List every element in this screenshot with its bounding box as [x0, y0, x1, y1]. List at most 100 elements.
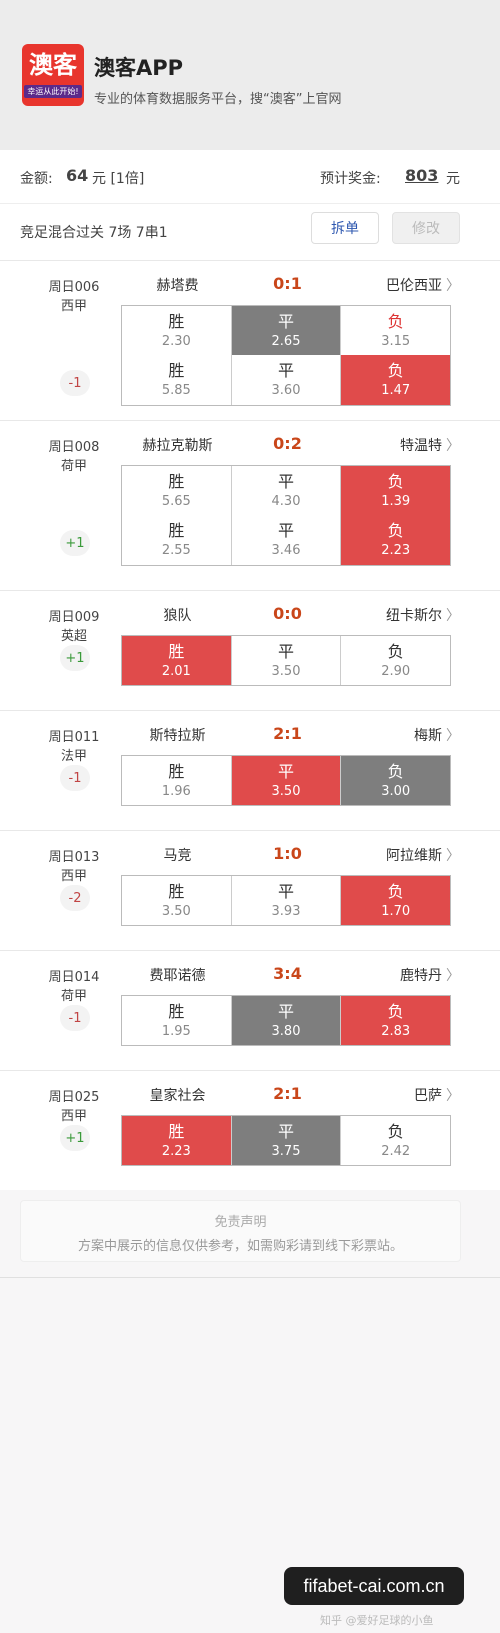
away-team[interactable]: 巴萨〉 [340, 1085, 460, 1105]
handicap-badge: +1 [60, 530, 90, 556]
logo-text: 澳客 [29, 50, 77, 79]
away-team-name: 巴伦西亚 [386, 278, 442, 294]
odds-label: 平 [278, 1001, 295, 1021]
away-team-name: 巴萨 [414, 1088, 442, 1104]
odds-value: 3.93 [271, 903, 301, 919]
away-team-name: 纽卡斯尔 [386, 608, 442, 624]
odds-label: 平 [278, 361, 295, 380]
odds-cell-lose[interactable]: 负 3.00 [341, 756, 451, 805]
odds-cell-win[interactable]: 胜 2.30 [122, 306, 232, 355]
match-id: 周日006 西甲 [36, 278, 112, 316]
odds-label: 平 [278, 311, 295, 331]
split-button[interactable]: 拆单 [311, 212, 379, 244]
away-team[interactable]: 纽卡斯尔〉 [340, 605, 460, 625]
odds-cell-win[interactable]: 胜 2.23 [122, 1116, 232, 1165]
chevron-right-icon: 〉 [446, 848, 460, 864]
bet-type-label: 竞足混合过关 7场 7串1 [20, 225, 168, 241]
match-score: 0:1 [273, 274, 302, 293]
odds-label: 负 [387, 471, 404, 491]
edit-button[interactable]: 修改 [392, 212, 460, 244]
match-score: 0:2 [273, 434, 302, 453]
match-card: 周日006 西甲 赫塔费 0:1 巴伦西亚〉 -1 胜 2.30 平 2.65 负 3.15 胜 5.85… [0, 260, 500, 420]
odds-label: 胜 [168, 881, 185, 901]
odds-cell-lose[interactable]: 负 1.47 [341, 355, 451, 405]
match-id: 周日013 西甲 [36, 848, 112, 886]
odds-row: 胜 2.23 平 3.75 负 2.42 [121, 1115, 451, 1166]
odds-cell-draw[interactable]: 平 3.93 [232, 876, 342, 925]
match-card: 周日013 西甲 马竞 1:0 阿拉维斯〉 -2 胜 3.50 平 3.93 负 1.70 [0, 830, 500, 950]
app-name: 澳客APP [94, 56, 184, 80]
app-header: 澳客 幸运从此开始! 澳客APP 专业的体育数据服务平台，搜“澳客”上官网 [0, 0, 500, 150]
match-league: 西甲 [60, 299, 87, 314]
odds-label: 胜 [168, 761, 185, 781]
odds-label: 平 [278, 761, 295, 781]
odds-cell-draw[interactable]: 平 3.60 [232, 355, 342, 405]
odds-cell-win[interactable]: 胜 1.95 [122, 996, 232, 1045]
odds-label: 负 [387, 641, 404, 661]
away-team-name: 特温特 [400, 438, 442, 454]
odds-cell-draw[interactable]: 平 4.30 [232, 466, 342, 515]
odds-label: 负 [387, 1001, 404, 1021]
prize-value: 803 [405, 166, 439, 185]
odds-cell-lose[interactable]: 负 2.83 [341, 996, 451, 1045]
match-score: 2:1 [273, 1084, 302, 1103]
odds-cell-win[interactable]: 胜 5.85 [122, 355, 232, 405]
odds-label: 负 [387, 311, 404, 331]
odds-cell-win[interactable]: 胜 2.55 [122, 515, 232, 565]
odds-value: 2.55 [161, 543, 191, 558]
odds-cell-lose[interactable]: 负 2.42 [341, 1116, 450, 1165]
odds-cell-lose[interactable]: 负 2.23 [341, 515, 451, 565]
odds-cell-draw[interactable]: 平 3.75 [231, 1116, 342, 1165]
odds-label: 胜 [168, 641, 185, 661]
odds-cell-lose[interactable]: 负 1.39 [341, 466, 451, 515]
odds-value: 1.39 [381, 493, 411, 509]
odds-cell-win[interactable]: 胜 2.01 [122, 636, 232, 685]
away-team[interactable]: 梅斯〉 [340, 725, 460, 745]
odds-cell-draw[interactable]: 平 3.50 [232, 636, 342, 685]
odds-cell-win[interactable]: 胜 1.96 [122, 756, 232, 805]
divider [0, 1277, 500, 1278]
odds-value: 4.30 [271, 493, 301, 509]
odds-label: 胜 [168, 311, 185, 331]
away-team[interactable]: 鹿特丹〉 [340, 965, 460, 985]
odds-label: 负 [387, 1121, 404, 1141]
match-card: 周日011 法甲 斯特拉斯 2:1 梅斯〉 -1 胜 1.96 平 3.50 负 3.00 [0, 710, 500, 830]
amount-unit: 元 [1倍] [92, 171, 145, 187]
away-team[interactable]: 阿拉维斯〉 [340, 845, 460, 865]
chevron-right-icon: 〉 [446, 1088, 460, 1104]
odds-label: 胜 [168, 471, 185, 491]
odds-cell-lose[interactable]: 负 2.90 [341, 636, 450, 685]
away-team[interactable]: 特温特〉 [340, 435, 460, 455]
odds-label: 平 [278, 641, 295, 661]
odds-value: 3.00 [381, 783, 411, 799]
odds-cell-draw[interactable]: 平 3.50 [231, 756, 342, 805]
odds-value: 2.42 [381, 1143, 411, 1159]
odds-cell-draw[interactable]: 平 3.46 [232, 515, 342, 565]
match-score: 0:0 [273, 604, 302, 623]
odds-cell-win[interactable]: 胜 5.65 [122, 466, 232, 515]
chevron-right-icon: 〉 [446, 278, 460, 294]
prize-unit: 元 [446, 171, 460, 187]
odds-label: 胜 [168, 521, 185, 540]
odds-label: 胜 [168, 1001, 185, 1021]
odds-cell-win[interactable]: 胜 3.50 [122, 876, 232, 925]
odds-cell-draw[interactable]: 平 3.80 [231, 996, 342, 1045]
disclaimer-box: 免责声明 方案中展示的信息仅供参考，如需购彩请到线下彩票站。 [20, 1200, 461, 1262]
odds-row: 胜 3.50 平 3.93 负 1.70 [121, 875, 451, 926]
match-id: 周日011 法甲 [36, 728, 112, 766]
away-team[interactable]: 巴伦西亚〉 [340, 275, 460, 295]
odds-label: 平 [278, 521, 295, 540]
amount-value: 64 [66, 166, 89, 185]
odds-cell-lose[interactable]: 负 3.15 [341, 306, 450, 355]
match-number: 周日025 [48, 1090, 100, 1105]
odds-cell-lose[interactable]: 负 1.70 [341, 876, 451, 925]
match-league: 西甲 [60, 1109, 87, 1124]
match-league: 英超 [60, 629, 87, 644]
match-id: 周日009 英超 [36, 608, 112, 646]
disclaimer-text: 方案中展示的信息仅供参考，如需购彩请到线下彩票站。 [77, 1239, 403, 1254]
odds-label: 平 [278, 881, 295, 901]
odds-value: 3.60 [271, 383, 301, 398]
odds-cell-draw[interactable]: 平 2.65 [231, 306, 342, 355]
zhihu-credit: 知乎 @爱好足球的小鱼 [320, 1614, 434, 1627]
odds-value: 3.75 [271, 1143, 301, 1159]
